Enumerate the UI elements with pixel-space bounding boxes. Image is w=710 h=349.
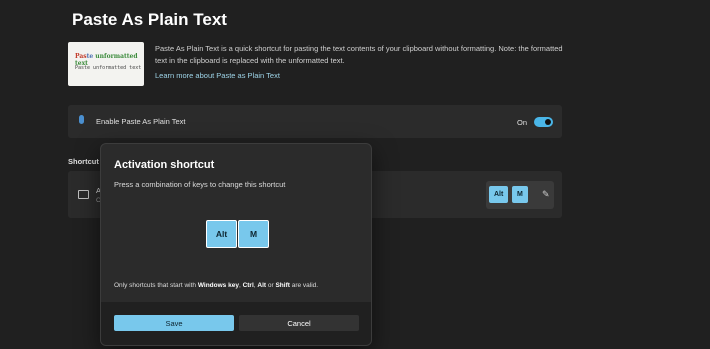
- enable-toggle[interactable]: [534, 117, 553, 127]
- enable-setting-card: Enable Paste As Plain Text On: [68, 105, 562, 138]
- enable-label: Enable Paste As Plain Text: [96, 117, 186, 126]
- clipboard-icon: [79, 115, 84, 124]
- dialog-subtitle: Press a combination of keys to change th…: [114, 180, 286, 189]
- dialog-valid-keys-note: Only shortcuts that start with Windows k…: [114, 282, 319, 289]
- shortcut-key-alt: Alt: [489, 186, 509, 203]
- module-description: Paste As Plain Text is a quick shortcut …: [155, 44, 563, 65]
- save-button[interactable]: Save: [114, 315, 234, 331]
- activation-shortcut-dialog: Activation shortcut Press a combination …: [100, 143, 372, 346]
- dialog-title: Activation shortcut: [114, 159, 215, 171]
- hero-image-text-plain: Paste unformatted text: [75, 65, 142, 71]
- toggle-state-label: On: [517, 118, 528, 127]
- shortcut-section-label: Shortcut: [68, 157, 99, 166]
- settings-page: Paste As Plain Text Paste unformatted te…: [0, 0, 710, 349]
- shortcut-key-m: M: [512, 186, 528, 203]
- dialog-key-m: M: [238, 220, 269, 248]
- keyboard-icon: [78, 190, 89, 199]
- pencil-icon[interactable]: ✎: [542, 189, 550, 200]
- learn-more-link[interactable]: Learn more about Paste as Plain Text: [155, 71, 280, 80]
- dialog-footer: Save Cancel: [101, 302, 371, 345]
- cancel-button[interactable]: Cancel: [239, 315, 359, 331]
- hero-image: Paste unformatted text Paste unformatted…: [68, 42, 144, 86]
- shortcut-key-group[interactable]: Alt M ✎: [486, 181, 554, 209]
- dialog-key-alt: Alt: [206, 220, 237, 248]
- page-title: Paste As Plain Text: [72, 10, 227, 29]
- toggle-knob: [545, 119, 551, 125]
